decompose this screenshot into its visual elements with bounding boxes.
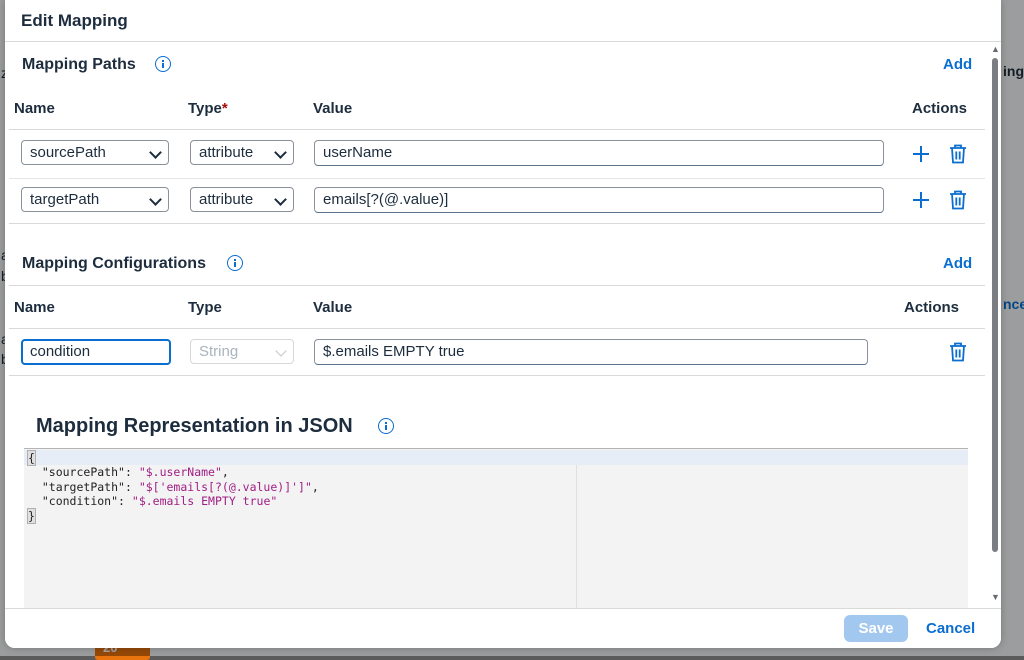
- config-type-select: String: [190, 339, 294, 364]
- chevron-down-icon: [274, 193, 287, 206]
- save-button[interactable]: Save: [844, 615, 908, 642]
- json-value: "$.emails EMPTY true": [131, 494, 278, 509]
- dialog-footer: Save Cancel: [5, 608, 1001, 648]
- value-input[interactable]: userName: [314, 140, 884, 166]
- table-divider: [9, 285, 985, 286]
- edit-mapping-dialog: Edit Mapping Mapping Paths Add Name Type…: [5, 0, 1001, 648]
- table-divider: [9, 375, 985, 376]
- add-mapping-configuration-button[interactable]: Add: [943, 255, 972, 272]
- json-key: "condition": [41, 494, 119, 509]
- column-header-type: Type: [188, 299, 222, 316]
- json-code-editor[interactable]: { "sourcePath": "$.userName", "targetPat…: [24, 448, 968, 608]
- scrollbar-thumb[interactable]: [992, 58, 998, 552]
- dialog-content: Mapping Paths Add Name Type* Value Actio…: [5, 42, 988, 608]
- config-value-input[interactable]: $.emails EMPTY true: [314, 339, 868, 365]
- scroll-up-icon[interactable]: ▲: [991, 44, 1000, 54]
- mapping-paths-title: Mapping Paths: [22, 56, 136, 73]
- dialog-title: Edit Mapping: [21, 11, 128, 30]
- add-row-icon[interactable]: [913, 192, 929, 208]
- info-icon[interactable]: [227, 255, 243, 271]
- json-section-title: Mapping Representation in JSON: [36, 415, 353, 437]
- table-divider: [9, 223, 985, 224]
- dialog-header: Edit Mapping: [5, 0, 1001, 42]
- row-divider: [9, 178, 985, 179]
- column-header-name: Name: [14, 100, 55, 117]
- column-header-value: Value: [313, 100, 353, 117]
- json-code: { "sourcePath": "$.userName", "targetPat…: [27, 450, 319, 524]
- json-key: "targetPath": [41, 479, 125, 494]
- chevron-down-icon: [274, 146, 287, 159]
- delete-icon[interactable]: [949, 342, 967, 362]
- close-brace: }: [27, 507, 36, 524]
- chevron-down-icon: [149, 146, 162, 159]
- chevron-down-icon: [149, 193, 162, 206]
- type-select[interactable]: attribute: [190, 187, 294, 212]
- mapping-configurations-title: Mapping Configurations: [22, 255, 206, 272]
- column-header-name: Name: [14, 299, 55, 316]
- column-header-actions: Actions: [912, 100, 968, 117]
- json-value: "$.userName": [138, 465, 222, 480]
- table-divider: [9, 129, 985, 130]
- name-select[interactable]: sourcePath: [21, 140, 169, 165]
- editor-gutter-divider: [576, 465, 577, 608]
- column-header-actions: Actions: [904, 299, 960, 316]
- delete-icon[interactable]: [949, 144, 967, 164]
- add-mapping-path-button[interactable]: Add: [943, 56, 972, 73]
- vertical-scrollbar[interactable]: ▲ ▼: [988, 42, 1001, 608]
- chevron-down-icon: [275, 345, 287, 357]
- info-icon[interactable]: [155, 56, 171, 72]
- name-select[interactable]: targetPath: [21, 187, 169, 212]
- value-input[interactable]: emails[?(@.value)]: [314, 187, 884, 213]
- column-header-value: Value: [313, 299, 353, 316]
- json-value: "$['emails[?(@.value)]']": [138, 479, 312, 494]
- add-row-icon[interactable]: [913, 146, 929, 162]
- scroll-down-icon[interactable]: ▼: [991, 592, 1000, 602]
- config-name-input[interactable]: condition: [21, 339, 171, 365]
- column-header-type: Type*: [188, 100, 228, 117]
- open-brace: {: [27, 450, 36, 466]
- json-key: "sourcePath": [41, 465, 125, 480]
- type-select[interactable]: attribute: [190, 140, 294, 165]
- table-divider: [9, 328, 985, 329]
- delete-icon[interactable]: [949, 190, 967, 210]
- info-icon[interactable]: [378, 418, 394, 434]
- cancel-button[interactable]: Cancel: [926, 620, 975, 637]
